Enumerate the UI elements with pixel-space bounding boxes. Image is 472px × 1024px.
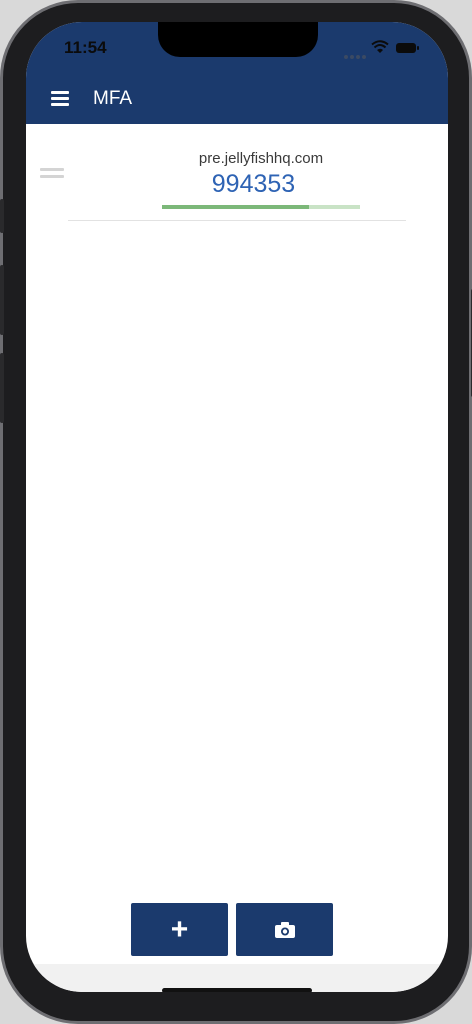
otp-code[interactable]: 994353 xyxy=(126,170,381,199)
plus-icon: + xyxy=(170,912,189,946)
battery-icon xyxy=(396,43,419,53)
app-header: 11:54 MFA xyxy=(26,22,448,124)
side-button-mute xyxy=(0,199,4,233)
account-issuer: pre.jellyfishhq.com xyxy=(198,150,324,167)
code-timer-progress-fill xyxy=(162,205,309,209)
screen: 11:54 MFA pre.jellyfishhq.com 994353 + xyxy=(26,22,448,992)
add-account-button[interactable]: + xyxy=(131,903,228,956)
page-title: MFA xyxy=(93,88,133,109)
home-indicator xyxy=(162,988,312,992)
hamburger-menu-icon[interactable] xyxy=(51,91,69,106)
notch xyxy=(158,22,318,57)
side-button-volume-down xyxy=(0,353,4,423)
camera-icon xyxy=(274,921,295,938)
side-button-volume-up xyxy=(0,265,4,335)
cellular-signal-icon xyxy=(344,46,368,64)
drag-handle-icon[interactable] xyxy=(40,168,64,178)
wifi-icon xyxy=(371,40,389,53)
list-divider xyxy=(68,220,406,221)
scan-qr-button[interactable] xyxy=(236,903,333,956)
code-timer-progress xyxy=(162,205,360,209)
status-time: 11:54 xyxy=(64,38,107,57)
